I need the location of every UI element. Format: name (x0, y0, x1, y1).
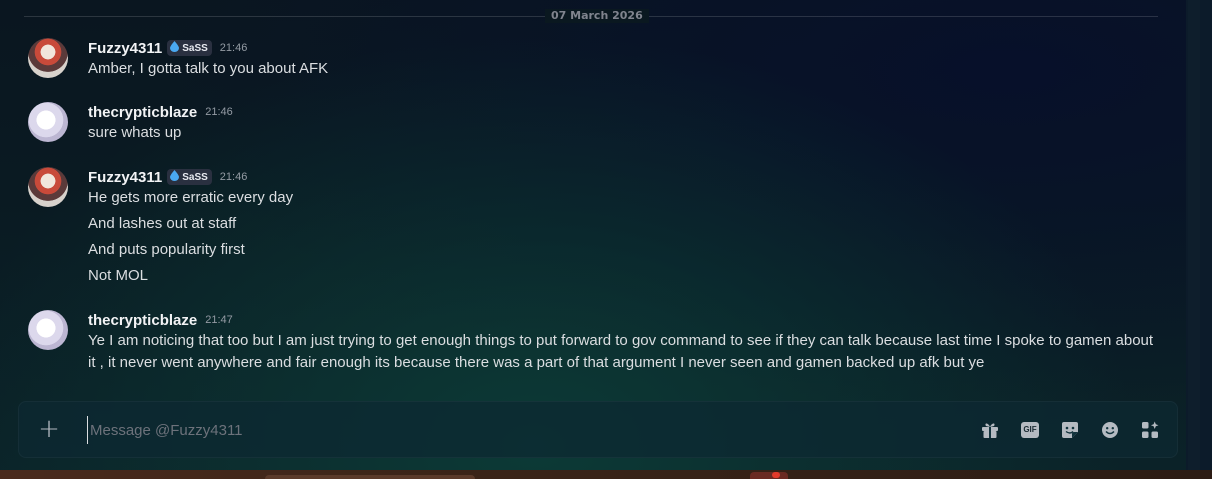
username[interactable]: thecrypticblaze (88, 312, 197, 329)
message-text: And puts popularity first (88, 241, 245, 258)
scrollbar[interactable] (1186, 0, 1212, 470)
apps-icon[interactable] (1139, 419, 1161, 441)
timestamp: 21:46 (219, 42, 248, 54)
timestamp: 21:46 (205, 106, 233, 118)
server-tag[interactable]: SaSS (167, 169, 212, 185)
message-text: sure whats up (88, 124, 182, 141)
message-text: Not MOL (88, 267, 149, 284)
username[interactable]: Fuzzy4311 (88, 40, 162, 57)
taskbar-item (265, 475, 475, 479)
gif-label: GIF (1021, 422, 1039, 438)
server-tag-label: SaSS (182, 42, 208, 54)
avatar[interactable] (28, 102, 68, 142)
timestamp: 21:47 (205, 314, 233, 326)
droplet-icon (170, 170, 180, 184)
message-text: Ye I am noticing that too but I am just … (88, 332, 1154, 371)
avatar[interactable] (28, 38, 68, 78)
message-header: Fuzzy4311 SaSS 21:46 (88, 38, 247, 58)
timestamp: 21:46 (219, 171, 248, 183)
message-composer: + GIF (18, 401, 1178, 458)
taskbar-item (750, 472, 788, 479)
gif-icon[interactable]: GIF (1019, 419, 1041, 441)
avatar[interactable] (28, 167, 68, 207)
droplet-icon (170, 41, 180, 55)
plus-icon[interactable]: + (37, 416, 61, 442)
message-input[interactable] (87, 416, 947, 444)
gift-icon[interactable] (979, 419, 1001, 441)
message-text: Amber, I gotta talk to you about AFK (88, 60, 329, 77)
chat-view: 07 March 2026 Fuzzy4311 SaSS 21:46 Amber… (0, 0, 1186, 470)
taskbar-edge (0, 470, 1212, 479)
sticker-icon[interactable] (1059, 419, 1081, 441)
avatar[interactable] (28, 310, 68, 350)
message-text: He gets more erratic every day (88, 189, 294, 206)
message-header: thecrypticblaze 21:47 (88, 310, 233, 330)
message-header: thecrypticblaze 21:46 (88, 102, 233, 122)
message-text: And lashes out at staff (88, 215, 237, 232)
username[interactable]: Fuzzy4311 (88, 169, 162, 186)
message-header: Fuzzy4311 SaSS 21:46 (88, 167, 247, 187)
emoji-icon[interactable] (1099, 419, 1121, 441)
date-divider-label: 07 March 2026 (545, 9, 649, 23)
server-tag-label: SaSS (182, 171, 208, 183)
username[interactable]: thecrypticblaze (88, 104, 197, 121)
server-tag[interactable]: SaSS (167, 40, 212, 56)
